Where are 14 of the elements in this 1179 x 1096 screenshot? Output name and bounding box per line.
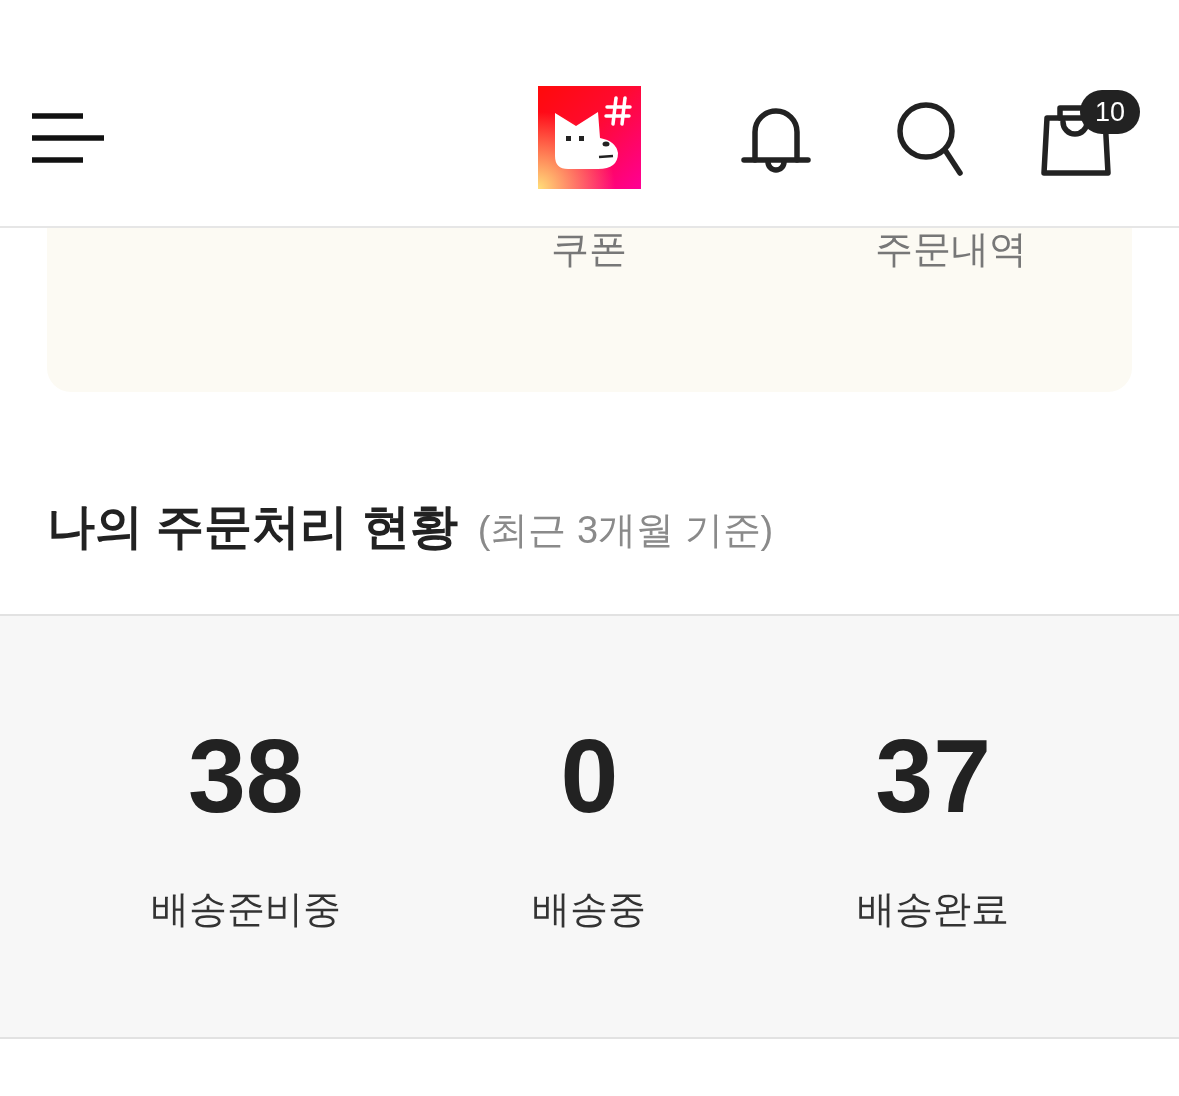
order-status-label: 배송중 (532, 889, 647, 929)
order-count[interactable]: 38 (188, 724, 304, 828)
order-status-label: 배송준비중 (150, 889, 341, 929)
order-count[interactable]: 37 (875, 724, 991, 828)
search-icon[interactable] (895, 100, 965, 178)
shortcut-link[interactable]: 주문내역 (875, 228, 1028, 270)
section-subtitle: (최근 3개월 기준) (477, 508, 774, 553)
order-count[interactable]: 0 (560, 724, 619, 828)
order-status-label: 배송완료 (857, 889, 1010, 929)
section-title: 나의 주문처리 현황 (47, 499, 458, 555)
menu-icon[interactable] (32, 113, 104, 163)
cart-count-badge: 10 (1080, 90, 1140, 134)
cart-button[interactable]: 10 (1040, 90, 1140, 176)
shortcut-link[interactable]: 쿠폰 (551, 228, 628, 270)
